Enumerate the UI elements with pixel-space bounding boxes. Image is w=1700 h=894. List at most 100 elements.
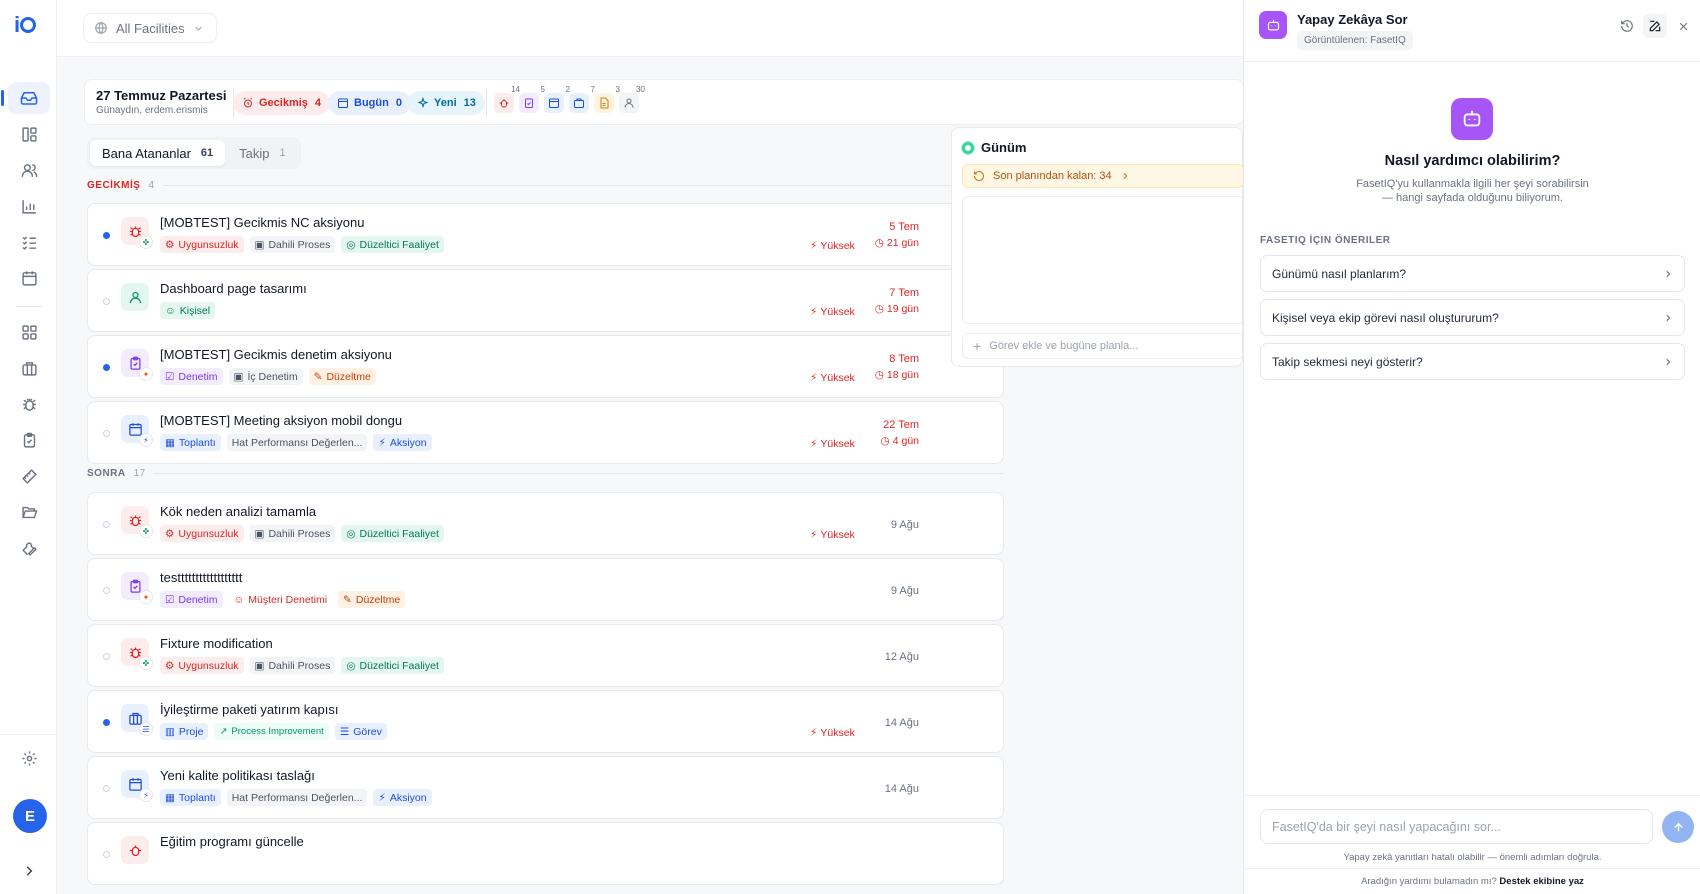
read-dot (103, 653, 110, 660)
my-day-panel: Günüm Son planından kalan: 34 + Görev ek… (951, 127, 1244, 367)
nav-divider (16, 306, 42, 307)
tab-following[interactable]: Takip 1 (227, 140, 297, 166)
day-summary-bar: 27 Temmuz Pazartesi Günaydın, erdem.eris… (84, 79, 1244, 125)
nav-settings[interactable] (8, 742, 50, 774)
tag-category: ☑ Denetim (160, 591, 223, 608)
module-meeting-counter[interactable]: 2 (544, 85, 570, 113)
task-row[interactable]: ✦ [MOBTEST] Gecikmis denetim aksiyonu ☑ D… (87, 335, 1004, 398)
nav-dashboard[interactable] (8, 118, 50, 150)
task-tags: ▥ Proje ↗ Process Improvement ☰ Görev (160, 723, 387, 740)
suggestion-item[interactable]: Günümü nasıl planlarım? (1260, 255, 1685, 292)
tag-source: ▣ Dahili Proses (249, 525, 336, 542)
new-chat-button[interactable] (1643, 14, 1667, 38)
alarm-clock-icon (243, 97, 253, 108)
remaining-label: Son planından kalan: 34 (993, 170, 1112, 182)
action-type-icon: ✜ (139, 524, 153, 538)
close-button[interactable] (1671, 14, 1695, 38)
today-filter[interactable]: Bugün 0 (328, 91, 411, 115)
counter-value: 5 (540, 85, 545, 94)
task-row[interactable]: ✦ testttttttttttttttttt ☑ Denetim ☺ Müşter… (87, 558, 1004, 621)
app-logo[interactable]: i (14, 12, 37, 38)
nav-modules[interactable] (8, 316, 50, 348)
nav-reports[interactable] (8, 190, 50, 222)
new-count: 13 (463, 97, 476, 109)
tab-assigned[interactable]: Bana Atananlar 61 (90, 140, 226, 166)
priority: ⚡ Yüksek (810, 727, 855, 739)
new-label: Yeni (434, 97, 457, 109)
close-icon (1679, 22, 1687, 30)
dashboard-icon (21, 126, 37, 142)
ai-welcome-heading: Nasıl yardımcı olabilirim? (1384, 153, 1561, 169)
task-row[interactable]: ✜ [MOBTEST] Gecikmis NC aksiyonu ⚙ Uyguns… (87, 203, 1004, 266)
unread-dot (103, 719, 110, 726)
chevron-right-icon (26, 866, 33, 876)
nav-nonconformity[interactable] (8, 388, 50, 420)
overdue-filter[interactable]: Gecikmiş 4 (233, 91, 331, 115)
task-row[interactable]: ☰ İyileştirme paketi yatırım kapısı ▥ Pro… (87, 690, 1004, 753)
nav-tools[interactable] (8, 532, 50, 564)
globe-icon (95, 22, 107, 34)
task-title: Dashboard page tasarımı (160, 281, 307, 296)
task-row[interactable]: ✜ Kök neden analizi tamamla ⚙ Uygunsuzluk… (87, 492, 1004, 555)
tag-category: ▥ Proje (160, 723, 209, 740)
nav-projects[interactable] (8, 352, 50, 384)
remaining-from-plan-button[interactable]: Son planından kalan: 34 (962, 164, 1244, 188)
tag-source: ▣ Dahili Proses (249, 236, 336, 253)
nav-tasks[interactable] (8, 226, 50, 258)
document-icon (600, 97, 609, 109)
robot-icon (1259, 11, 1287, 39)
my-day-drop-zone[interactable] (962, 196, 1244, 324)
input-placeholder: FasetIQ'da bir şeyi nasıl yapacağını sor… (1272, 819, 1501, 834)
nav-audits[interactable] (8, 424, 50, 456)
suggestion-item[interactable]: Takip sekmesi neyi gösterir? (1260, 343, 1685, 380)
tag-category: ⚙ Uygunsuzluk (160, 525, 244, 542)
nav-calendar[interactable] (8, 262, 50, 294)
tag-source: ▣ Dahili Proses (249, 657, 336, 674)
new-filter[interactable]: Yeni 13 (408, 91, 485, 115)
module-personal-counter[interactable]: 30 (619, 85, 645, 113)
task-tags: ⚙ Uygunsuzluk ▣ Dahili Proses ◎ Düzeltici F… (160, 657, 444, 674)
module-audit-counter[interactable]: 5 (519, 85, 545, 113)
today-label: Bugün (354, 97, 389, 109)
task-row[interactable]: ⚡ [MOBTEST] Meeting aksiyon mobil dongu … (87, 401, 1004, 464)
module-nonconformity-counter[interactable]: 14 (494, 85, 520, 113)
arrow-up-icon (1673, 822, 1683, 831)
module-document-counter[interactable]: 3 (594, 85, 620, 113)
send-button[interactable] (1662, 811, 1694, 843)
nav-measurements[interactable] (8, 460, 50, 492)
action-type-icon: ✦ (139, 367, 153, 381)
inbox-icon (20, 92, 38, 105)
facility-selector[interactable]: All Facilities (83, 13, 217, 43)
module-project-counter[interactable]: 7 (569, 85, 595, 113)
ai-question-input[interactable]: FasetIQ'da bir şeyi nasıl yapacağını sor… (1260, 809, 1653, 844)
support-link[interactable]: Destek ekibine yaz (1499, 876, 1584, 887)
folder-open-icon (21, 506, 38, 518)
chevron-right-icon (1666, 358, 1671, 365)
nav-documents[interactable] (8, 496, 50, 528)
tag-type: ◎ Düzeltici Faaliyet (341, 657, 444, 674)
nav-users[interactable] (8, 154, 50, 186)
sidebar-expand-button[interactable] (8, 855, 50, 887)
add-task-to-today-input[interactable]: + Görev ekle ve bugüne planla... (962, 333, 1244, 359)
overdue-count: 4 (314, 97, 322, 109)
unread-dot (103, 232, 110, 239)
task-row[interactable]: ⚡ Yeni kalite politikası taslağı ▦ Toplan… (87, 756, 1004, 819)
suggestions-header: FASETIQ İÇIN ÖNERILER (1260, 235, 1391, 246)
divider (1244, 795, 1700, 796)
task-row[interactable]: Eğitim programı güncelle (87, 822, 1004, 885)
section-divider (153, 473, 1004, 474)
user-avatar[interactable]: E (13, 799, 47, 833)
gear-icon (21, 750, 37, 766)
history-button[interactable] (1615, 14, 1639, 38)
tag-category: ⚙ Uygunsuzluk (160, 236, 244, 253)
suggestion-item[interactable]: Kişisel veya ekip görevi nasıl oluşturur… (1260, 299, 1685, 336)
tag-source: Hat Performansı Değerlen... (226, 789, 368, 806)
nav-inbox[interactable] (1, 82, 50, 114)
ai-context-badge: Görüntülenen: FasetIQ (1297, 31, 1413, 50)
briefcase-icon (21, 361, 37, 376)
plus-icon: + (973, 338, 982, 354)
task-row[interactable]: ✜ Fixture modification ⚙ Uygunsuzluk ▣ Dah… (87, 624, 1004, 687)
support-text: Aradığın yardımı bulamadın mı? (1361, 876, 1497, 887)
task-row[interactable]: Dashboard page tasarımı ☺ Kişisel ⚡ Yüksek… (87, 269, 1004, 332)
facility-label: All Facilities (116, 20, 185, 36)
